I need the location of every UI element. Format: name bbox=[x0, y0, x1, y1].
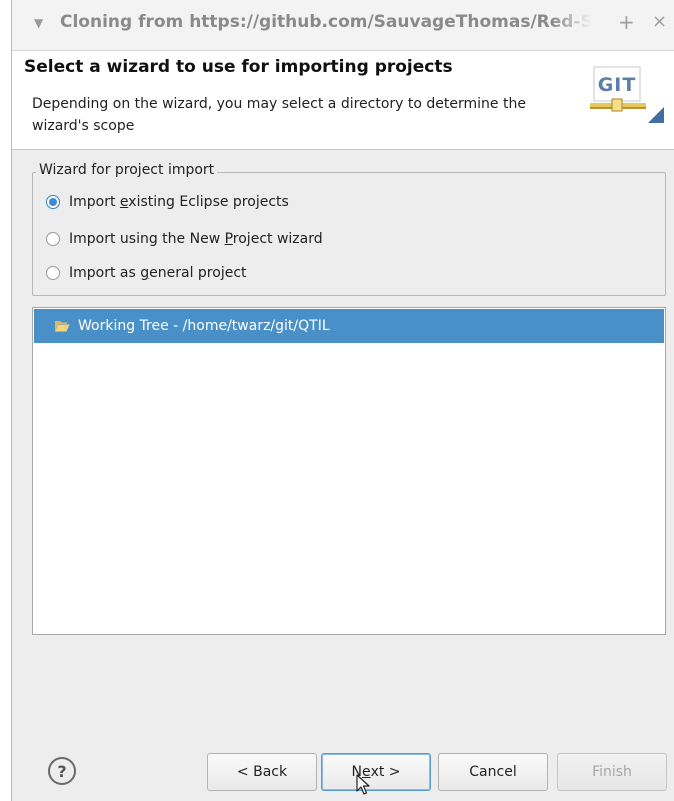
option-import-general-label: Import as general project bbox=[69, 265, 247, 281]
label-part: Import using the New bbox=[69, 231, 225, 247]
help-button[interactable]: ? bbox=[48, 757, 76, 785]
mouse-cursor-icon bbox=[356, 774, 370, 795]
label-part: eneral project bbox=[149, 265, 247, 281]
radio-import-existing[interactable] bbox=[46, 195, 60, 209]
title-fade bbox=[552, 8, 602, 40]
page-title: Select a wizard to use for importing pro… bbox=[24, 57, 453, 77]
next-label-part: xt > bbox=[370, 764, 401, 780]
title-bar: ▼ Cloning from https://github.com/Sauvag… bbox=[12, 0, 674, 51]
folder-open-icon bbox=[55, 321, 70, 332]
option-import-existing-label: Import existing Eclipse projects bbox=[69, 194, 289, 210]
label-part: roject wizard bbox=[232, 231, 323, 247]
option-import-existing[interactable]: Import existing Eclipse projects bbox=[46, 190, 289, 214]
list-item[interactable]: Working Tree - /home/twarz/git/QTIL bbox=[34, 309, 664, 343]
radio-import-general[interactable] bbox=[46, 266, 60, 280]
list-item-label: Working Tree - /home/twarz/git/QTIL bbox=[78, 318, 330, 334]
cancel-button[interactable]: Cancel bbox=[438, 753, 548, 791]
label-part: xisting Eclipse projects bbox=[128, 194, 289, 210]
label-part: Import as bbox=[69, 265, 141, 281]
wizard-header: Select a wizard to use for importing pro… bbox=[12, 51, 674, 150]
window-menu-icon[interactable]: ▼ bbox=[34, 16, 43, 30]
label-part: Import bbox=[69, 194, 120, 210]
maximize-plus-icon[interactable]: + bbox=[618, 10, 635, 34]
mnemonic-p: P bbox=[224, 231, 233, 247]
close-icon[interactable]: × bbox=[652, 11, 667, 32]
next-button[interactable]: Ne xt > bbox=[321, 753, 431, 791]
radio-import-new-project[interactable] bbox=[46, 232, 60, 246]
page-description: Depending on the wizard, you may select … bbox=[32, 96, 526, 134]
working-tree-list[interactable]: Working Tree - /home/twarz/git/QTIL bbox=[32, 307, 666, 635]
finish-button: Finish bbox=[557, 753, 667, 791]
git-logo-icon: GIT bbox=[590, 66, 664, 123]
option-import-new-project[interactable]: Import using the New Project wizard bbox=[46, 227, 323, 251]
git-logo-text: GIT bbox=[598, 74, 637, 96]
window-title: Cloning from https://github.com/SauvageT… bbox=[60, 12, 593, 32]
wizard-group-legend: Wizard for project import bbox=[36, 162, 218, 178]
option-import-new-project-label: Import using the New Project wizard bbox=[69, 231, 323, 247]
wizard-window: ▼ Cloning from https://github.com/Sauvag… bbox=[0, 0, 674, 801]
mnemonic-g: g bbox=[140, 265, 150, 281]
option-import-general[interactable]: Import as general project bbox=[46, 261, 247, 285]
back-button[interactable]: < Back bbox=[207, 753, 317, 791]
